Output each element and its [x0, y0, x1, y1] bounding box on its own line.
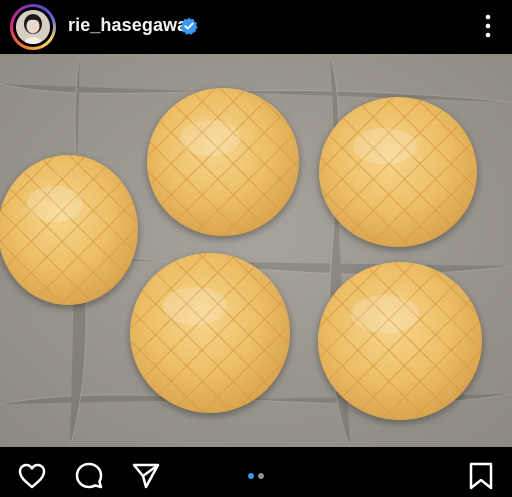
melon-pan-image — [0, 54, 512, 447]
carousel-dot-active[interactable] — [248, 473, 254, 479]
post-photo[interactable] — [0, 54, 512, 447]
post-actions — [0, 447, 512, 497]
carousel-dot[interactable] — [258, 473, 264, 479]
story-ring[interactable] — [10, 4, 56, 50]
post-header: rie_hasegawa — [0, 0, 512, 54]
more-vertical-icon[interactable] — [478, 13, 498, 39]
avatar-border — [13, 7, 53, 47]
send-icon[interactable] — [130, 460, 162, 492]
heart-icon[interactable] — [16, 460, 48, 492]
comment-icon[interactable] — [73, 460, 105, 492]
verified-badge-icon — [180, 17, 198, 35]
username[interactable]: rie_hasegawa — [68, 15, 187, 36]
carousel-indicator — [244, 473, 270, 481]
avatar-image — [16, 10, 50, 44]
bookmark-icon[interactable] — [465, 460, 497, 492]
avatar[interactable] — [16, 10, 50, 44]
